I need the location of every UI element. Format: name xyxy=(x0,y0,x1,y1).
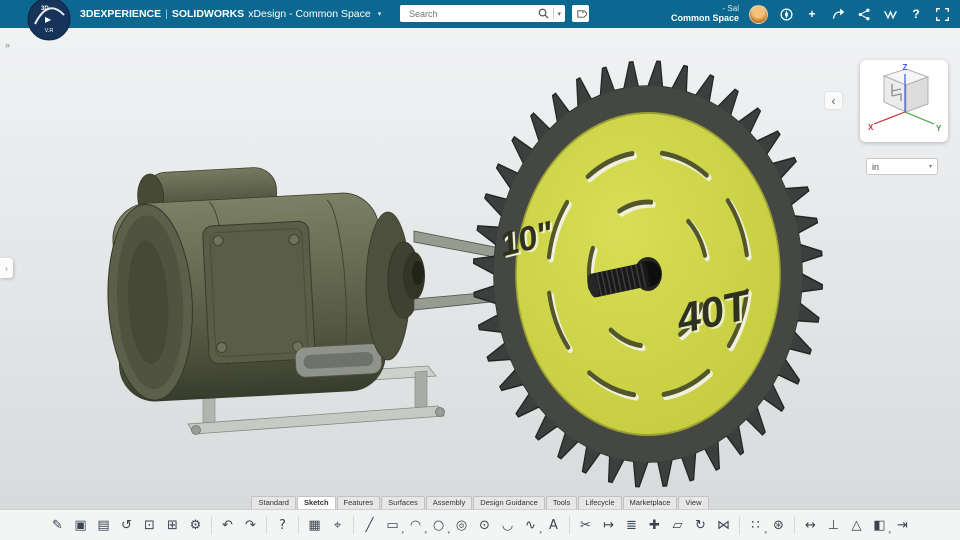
units-caret-icon: ▾ xyxy=(928,164,932,170)
svg-text:V.R: V.R xyxy=(45,28,54,34)
tab-marketplace[interactable]: Marketplace xyxy=(622,496,678,510)
toolbar-separator xyxy=(739,516,740,534)
sketch-icon[interactable]: ✎ xyxy=(46,513,69,537)
collaborate-icon[interactable] xyxy=(856,6,872,22)
collapse-viewcube-button[interactable]: ‹ xyxy=(825,92,842,109)
brand-solidworks: SOLIDWORKS xyxy=(171,8,245,20)
view-cube[interactable]: Z X Y xyxy=(860,60,948,142)
tag-icon xyxy=(576,9,587,18)
search-caret-icon[interactable]: ▾ xyxy=(557,10,561,18)
save-icon[interactable]: ▤ xyxy=(92,513,115,537)
extend-icon[interactable]: ↦ xyxy=(597,513,620,537)
toolbar-separator xyxy=(569,516,570,534)
copy-icon[interactable]: ▱ xyxy=(666,513,689,537)
tab-surfaces[interactable]: Surfaces xyxy=(381,496,425,510)
toolbar-separator xyxy=(211,516,212,534)
instances-icon[interactable]: ⊞ xyxy=(161,513,184,537)
search-box[interactable]: ▾ xyxy=(400,5,565,22)
tab-tools[interactable]: Tools xyxy=(545,496,578,510)
avatar[interactable] xyxy=(749,4,768,24)
arc-icon[interactable]: ◠ ▾ xyxy=(404,513,427,537)
trim-icon[interactable]: ✂ xyxy=(574,513,597,537)
constraints-icon[interactable]: ⊥ xyxy=(822,513,845,537)
svg-text:3D: 3D xyxy=(41,6,49,12)
export-icon[interactable]: ⇥ xyxy=(891,513,914,537)
redo-icon[interactable]: ↷ xyxy=(239,513,262,537)
tab-view[interactable]: View xyxy=(678,496,709,510)
toolbar-separator xyxy=(794,516,795,534)
add-icon[interactable]: + xyxy=(804,6,820,22)
top-bar: 3DEXPERIENCE | SOLIDWORKS xDesign - Comm… xyxy=(0,0,960,28)
panel-expand-mid-icon[interactable]: › xyxy=(0,258,13,278)
workspace-name: Common Space xyxy=(670,13,739,24)
convert-entities-icon[interactable]: ▣ xyxy=(69,513,92,537)
rectangle-icon[interactable]: ▭ ▾ xyxy=(381,513,404,537)
mirror-icon[interactable]: ⋈ xyxy=(712,513,735,537)
svg-text:▶: ▶ xyxy=(45,15,52,24)
fullscreen-icon[interactable] xyxy=(934,6,950,22)
undo-icon[interactable]: ↶ xyxy=(216,513,239,537)
toolbar-separator xyxy=(298,516,299,534)
toolbar-separator xyxy=(353,516,354,534)
help-icon[interactable]: ? xyxy=(908,6,924,22)
user-name: - Sal xyxy=(722,4,739,14)
update-icon[interactable]: ↺ xyxy=(115,513,138,537)
evaluate-icon[interactable]: ⌖ xyxy=(326,513,349,537)
tab-design-guidance[interactable]: Design Guidance xyxy=(473,496,545,510)
ribbon-tab-bar: Standard Sketch Features Surfaces Assembly De… xyxy=(0,496,960,510)
brand-separator: | xyxy=(165,8,168,20)
circular-pattern-icon[interactable]: ⊛ xyxy=(767,513,790,537)
axis-y-label: Y xyxy=(936,124,942,133)
search-input[interactable] xyxy=(407,7,538,20)
settings-icon[interactable]: ⚙ xyxy=(184,513,207,537)
tab-standard[interactable]: Standard xyxy=(251,496,296,510)
search-divider xyxy=(553,8,555,19)
primitives-icon[interactable]: ◧ ▾ xyxy=(868,513,891,537)
units-dropdown[interactable]: in ▾ xyxy=(866,158,938,175)
spline-icon[interactable]: ∿ ▾ xyxy=(519,513,542,537)
circle-icon[interactable]: ○ ▾ xyxy=(427,513,450,537)
smart-dimension-icon[interactable]: ↔ xyxy=(799,513,822,537)
reference-icon[interactable]: △ xyxy=(845,513,868,537)
search-icon[interactable] xyxy=(537,7,550,20)
grid-icon[interactable]: ▦ xyxy=(303,513,326,537)
motor-stand-front[interactable] xyxy=(187,405,445,435)
motor[interactable] xyxy=(101,161,387,403)
tab-assembly[interactable]: Assembly xyxy=(425,496,473,510)
image-icon[interactable]: ⊡ xyxy=(138,513,161,537)
axis-z-label: Z xyxy=(903,63,908,72)
offset-icon[interactable]: ≣ xyxy=(620,513,643,537)
help-icon[interactable]: ? xyxy=(271,513,294,537)
share-icon[interactable] xyxy=(830,6,846,22)
app-title-caret-icon[interactable]: ▾ xyxy=(378,10,382,18)
units-value: in xyxy=(872,161,880,172)
rotate-icon[interactable]: ↻ xyxy=(689,513,712,537)
tab-lifecycle[interactable]: Lifecycle xyxy=(578,496,622,510)
text-icon[interactable]: A xyxy=(542,513,565,537)
tab-sketch[interactable]: Sketch xyxy=(296,496,336,510)
ellipse-icon[interactable]: ⊙ xyxy=(473,513,496,537)
conic-icon[interactable]: ◡ xyxy=(496,513,519,537)
viewport-canvas[interactable]: 10" 10" 40T 40T Z X Y ‹ in ▾ » › xyxy=(0,28,960,510)
sketch-toolbar: ✎ ▣ ▤ ↺ ⊡ ⊞ ⚙ ↶ ↷? ▦ ⌖ ╱ ▭ ▾ ◠ ▾ ○ ▾ ◎ ⊙ ◡ ∿ ▾ A ✂ ↦ ≣ ✚ ▱ ↻ ⋈ ∷ ▾ ⊛ ↔ ⊥ △ ◧ ▾… xyxy=(0,509,960,540)
threedexperience-logo[interactable]: 3D ▶ V.R xyxy=(26,0,72,42)
toolbar-separator xyxy=(266,516,267,534)
move-icon[interactable]: ✚ xyxy=(643,513,666,537)
assistant-icon[interactable] xyxy=(882,6,898,22)
perimeter-circle-icon[interactable]: ◎ xyxy=(450,513,473,537)
view-cube-icon: Z X Y xyxy=(868,63,942,133)
panel-expand-top-icon[interactable]: » xyxy=(5,40,10,50)
3d-scene[interactable]: 10" 10" 40T 40T xyxy=(0,28,960,494)
compass-icon[interactable] xyxy=(778,6,794,22)
app-title[interactable]: xDesign - Common Space xyxy=(248,8,371,20)
linear-pattern-icon[interactable]: ∷ ▾ xyxy=(744,513,767,537)
axis-x-label: X xyxy=(868,123,874,132)
compass-logo-icon: 3D ▶ V.R xyxy=(27,0,71,41)
tab-features[interactable]: Features xyxy=(336,496,381,510)
brand: 3DEXPERIENCE | SOLIDWORKS xDesign - Comm… xyxy=(80,0,381,28)
line-icon[interactable]: ╱ xyxy=(358,513,381,537)
tag-button[interactable] xyxy=(572,5,589,22)
user-info[interactable]: - Sal Common Space xyxy=(671,4,739,24)
brand-3dexperience: 3DEXPERIENCE xyxy=(80,8,162,20)
